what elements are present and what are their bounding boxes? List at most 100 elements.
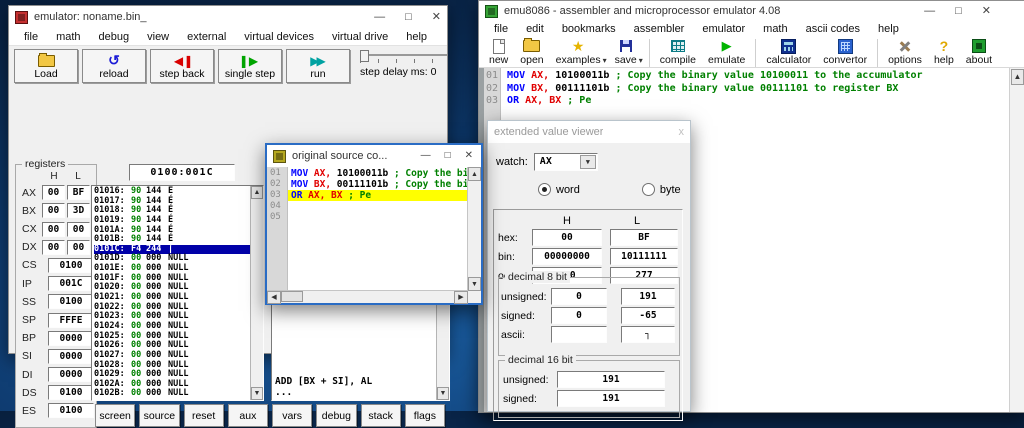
compile-button[interactable]: compile <box>654 38 702 67</box>
register-cx-l-field[interactable]: 00 <box>67 222 90 237</box>
minimize-button[interactable]: — <box>924 6 935 17</box>
scroll-up-icon[interactable]: ▲ <box>468 167 481 181</box>
save-button[interactable]: save <box>609 38 643 67</box>
menu-item-bookmarks[interactable]: bookmarks <box>555 21 623 37</box>
register-bx-l-field[interactable]: 3D <box>67 203 90 218</box>
minimize-button[interactable]: — <box>421 151 431 161</box>
chevron-down-icon[interactable]: ▾ <box>639 56 643 65</box>
ascii-h-field[interactable] <box>551 326 607 343</box>
register-ax-l-field[interactable]: BF <box>67 185 90 200</box>
disassembly-row[interactable]: ... <box>275 387 436 398</box>
horizontal-scrollbar[interactable]: ◀ ▶ <box>267 290 468 303</box>
close-button[interactable]: x <box>679 127 685 138</box>
memory-listbox[interactable]: 01016:90144É01017:90144É01018:90144É0101… <box>91 185 264 401</box>
radio-word[interactable]: word <box>538 183 580 196</box>
menu-item-virtual-devices[interactable]: virtual devices <box>237 29 321 45</box>
menu-item-edit[interactable]: edit <box>519 21 551 37</box>
hex-l-field[interactable]: BF <box>610 229 678 246</box>
unsigned-l-field[interactable]: 191 <box>621 288 675 305</box>
flags-button[interactable]: flags <box>405 404 445 427</box>
options-button[interactable]: options <box>882 38 928 67</box>
maximize-button[interactable]: □ <box>955 6 962 17</box>
single-step-button[interactable]: single step <box>218 49 282 83</box>
scroll-up-icon[interactable]: ▲ <box>1011 69 1024 85</box>
emulator-titlebar[interactable]: emulator: noname.bin_ — □ ✕ <box>9 6 447 28</box>
run-button[interactable]: run <box>286 49 350 83</box>
register-dx-h-field[interactable]: 00 <box>42 240 65 255</box>
aux-button[interactable]: aux <box>228 404 268 427</box>
register-si-field[interactable]: 0000 <box>48 349 94 364</box>
radio-byte[interactable]: byte <box>642 183 681 196</box>
help-button[interactable]: help <box>928 38 960 67</box>
register-di-field[interactable]: 0000 <box>48 367 94 382</box>
menu-item-external[interactable]: external <box>180 29 233 45</box>
chevron-down-icon[interactable]: ▼ <box>580 155 596 169</box>
editor-scrollbar[interactable]: ▲ <box>1009 68 1024 412</box>
reset-button[interactable]: reset <box>184 404 224 427</box>
ascii-l-field[interactable]: ┐ <box>621 326 675 343</box>
close-button[interactable]: ✕ <box>982 6 991 17</box>
scroll-down-icon[interactable]: ▼ <box>437 387 449 400</box>
register-cx-h-field[interactable]: 00 <box>42 222 65 237</box>
main-titlebar[interactable]: emu8086 - assembler and microprocessor e… <box>479 1 1024 21</box>
step-back-button[interactable]: step back <box>150 49 214 83</box>
bin-l-field[interactable]: 10111111 <box>610 248 678 265</box>
stack-button[interactable]: stack <box>361 404 401 427</box>
menu-item-emulator[interactable]: emulator <box>695 21 752 37</box>
menu-item-assembler[interactable]: assembler <box>627 21 692 37</box>
code-line[interactable]: OR AX, BX ; Pe <box>501 95 1024 108</box>
code-line[interactable]: MOV BX, 00111101b ; Copy the binary valu… <box>288 179 467 190</box>
menu-item-view[interactable]: view <box>140 29 176 45</box>
menu-item-debug[interactable]: debug <box>92 29 137 45</box>
code-line[interactable]: MOV BX, 00111101b ; Copy the binary valu… <box>501 83 1024 96</box>
source-window-titlebar[interactable]: original source co... — □ ✕ <box>267 145 481 167</box>
code-line[interactable]: MOV AX, 10100011b ; Copy the binary valu… <box>501 70 1024 83</box>
register-ds-field[interactable]: 0100 <box>48 385 94 400</box>
vertical-scrollbar[interactable]: ▲ ▼ <box>467 167 481 303</box>
register-ss-field[interactable]: 0100 <box>48 294 94 309</box>
vars-button[interactable]: vars <box>272 404 312 427</box>
slider-thumb[interactable] <box>360 50 369 62</box>
maximize-button[interactable]: □ <box>445 151 451 161</box>
memory-scrollbar[interactable]: ▲ ▼ <box>250 186 263 400</box>
scroll-right-icon[interactable]: ▶ <box>454 291 468 304</box>
source-button[interactable]: source <box>139 404 179 427</box>
bin-h-field[interactable]: 00000000 <box>532 248 602 265</box>
memory-address-field[interactable]: 0100:001C <box>129 164 235 181</box>
new-button[interactable]: new <box>483 38 514 67</box>
menu-item-file[interactable]: file <box>487 21 515 37</box>
menu-item-ascii-codes[interactable]: ascii codes <box>799 21 867 37</box>
watch-register-select[interactable]: AX ▼ <box>534 153 598 171</box>
signed-16-field[interactable]: 191 <box>557 390 665 407</box>
scroll-up-icon[interactable]: ▲ <box>251 186 263 199</box>
scroll-left-icon[interactable]: ◀ <box>267 291 281 304</box>
close-button[interactable]: ✕ <box>432 12 441 23</box>
menu-item-help[interactable]: help <box>871 21 906 37</box>
examples-button[interactable]: examples <box>550 38 607 67</box>
code-line[interactable] <box>288 201 467 212</box>
calculator-button[interactable]: calculator <box>760 38 817 67</box>
hex-h-field[interactable]: 00 <box>532 229 602 246</box>
register-sp-field[interactable]: FFFE <box>48 313 94 328</box>
menu-item-file[interactable]: file <box>17 29 45 45</box>
scroll-down-icon[interactable]: ▼ <box>251 387 263 400</box>
code-line[interactable] <box>288 212 467 223</box>
register-ip-field[interactable]: 001C <box>48 276 94 291</box>
maximize-button[interactable]: □ <box>405 12 412 23</box>
signed-l-field[interactable]: -65 <box>621 307 675 324</box>
unsigned-h-field[interactable]: 0 <box>551 288 607 305</box>
menu-item-math[interactable]: math <box>756 21 794 37</box>
register-bx-h-field[interactable]: 00 <box>42 203 65 218</box>
step-delay-slider[interactable]: step delay ms: 0 <box>360 49 447 84</box>
menu-item-math[interactable]: math <box>49 29 87 45</box>
code-line[interactable]: MOV AX, 10100011b ; Copy the binary valu… <box>288 168 467 179</box>
unsigned-16-field[interactable]: 191 <box>557 371 665 388</box>
source-code-area[interactable]: MOV AX, 10100011b ; Copy the binary valu… <box>288 167 467 303</box>
menu-item-help[interactable]: help <box>399 29 434 45</box>
emulate-button[interactable]: emulate <box>702 38 751 67</box>
chevron-down-icon[interactable]: ▾ <box>603 56 607 65</box>
register-bp-field[interactable]: 0000 <box>48 331 94 346</box>
load-button[interactable]: Load <box>14 49 78 83</box>
scroll-down-icon[interactable]: ▼ <box>468 277 481 291</box>
convertor-button[interactable]: convertor <box>817 38 873 67</box>
